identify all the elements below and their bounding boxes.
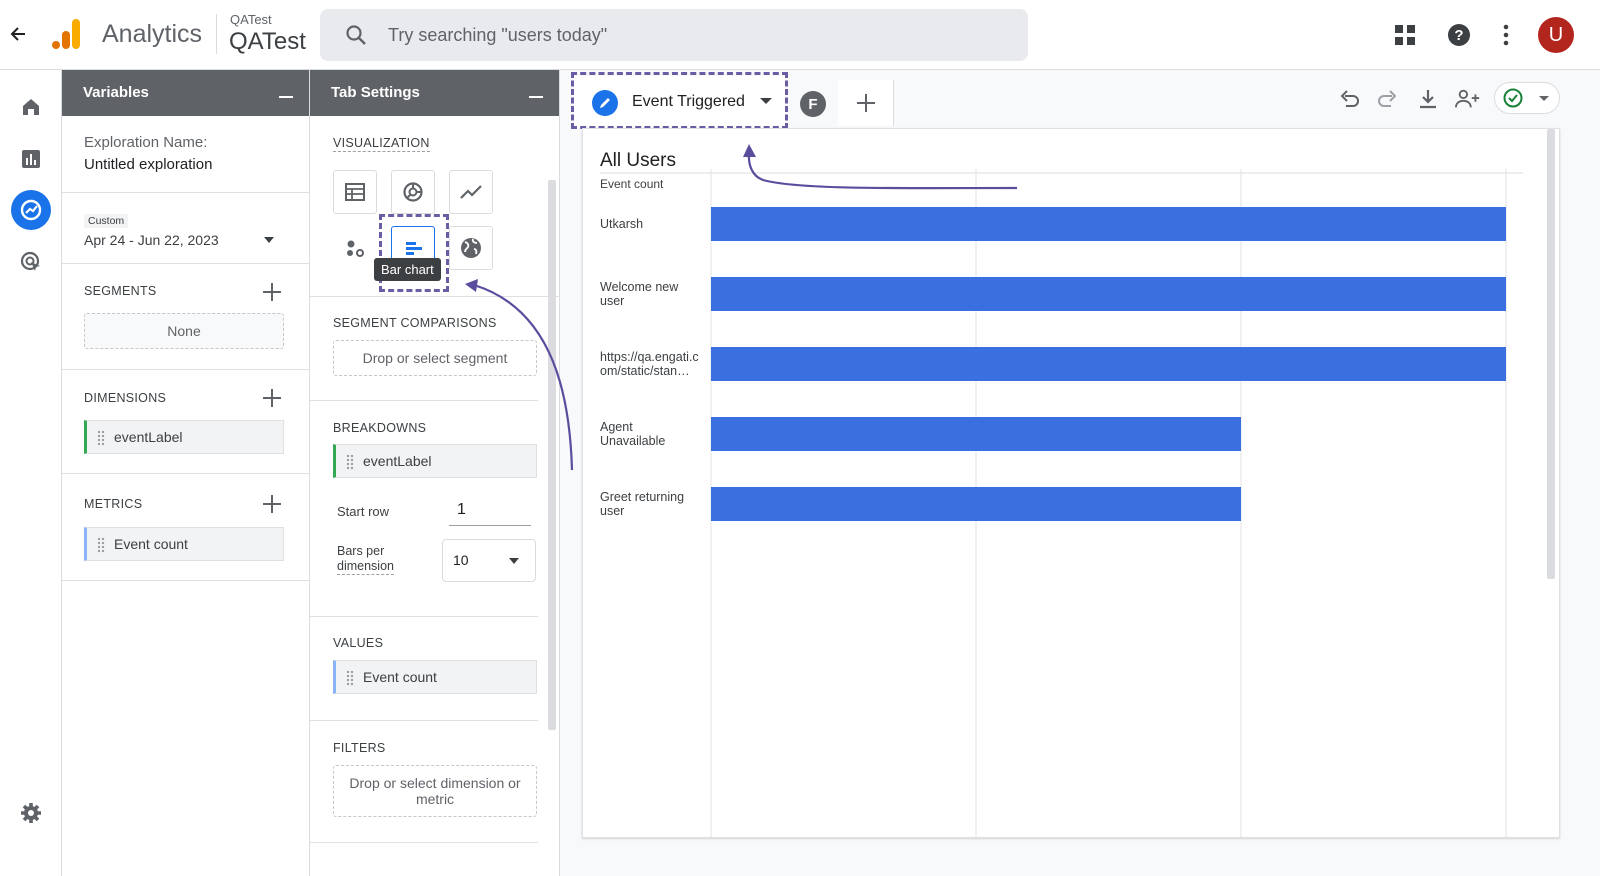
arrow-to-bar-button bbox=[473, 283, 574, 471]
arrow-head-tab bbox=[743, 144, 756, 157]
arrow-to-tab bbox=[747, 151, 1018, 190]
arrow-head-bar bbox=[465, 279, 478, 292]
annotation-arrows bbox=[465, 144, 1018, 471]
